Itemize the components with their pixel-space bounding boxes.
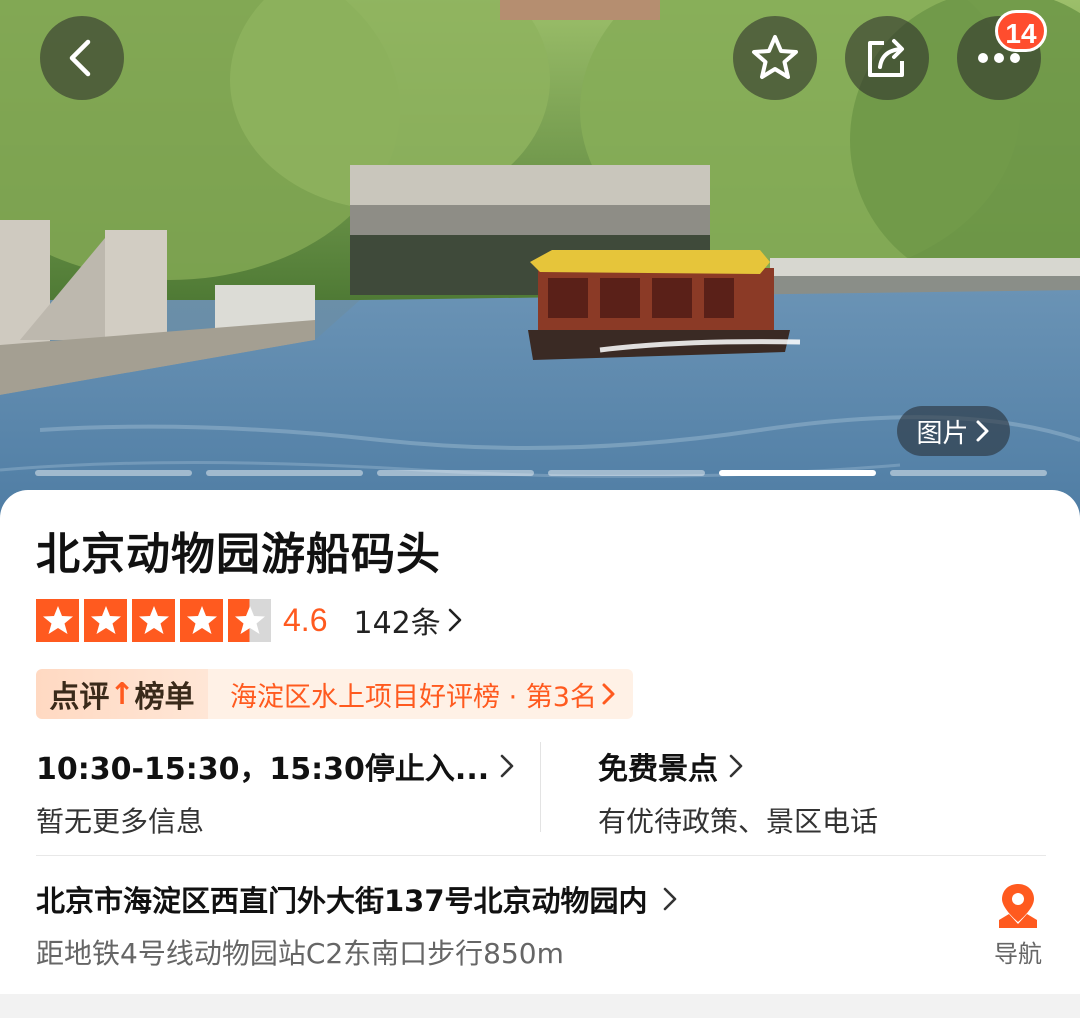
opening-hours-sub: 暂无更多信息 xyxy=(36,805,205,838)
column-divider xyxy=(540,742,541,832)
opening-hours[interactable]: 10:30-15:30，15:30停止入... 暂无更多信息 xyxy=(36,744,515,840)
gallery-indicators xyxy=(35,470,1047,476)
more-dots-icon xyxy=(978,53,1020,63)
chevron-right-icon xyxy=(663,887,676,911)
navigation-label: 导航 xyxy=(994,940,1042,968)
chevron-right-icon xyxy=(602,683,615,705)
poi-info-card: 北京动物园游船码头 4.6 142条 点评 ↑ 榜单 海淀区水上项目好评榜 · 第3… xyxy=(0,490,1080,994)
photos-button[interactable]: 图片 xyxy=(897,406,1010,456)
ranking-tag: 点评 ↑ 榜单 xyxy=(36,669,208,719)
ranking-text: 海淀区水上项目好评榜 · 第3名 xyxy=(230,681,597,713)
review-count-link[interactable]: 142条 xyxy=(353,598,462,642)
gallery-indicator xyxy=(35,470,192,476)
photos-label: 图片 xyxy=(916,418,969,449)
metro-distance: 距地铁4号线动物园站C2东南口步行850m xyxy=(36,937,564,970)
rating-row[interactable]: 4.6 142条 xyxy=(36,598,463,642)
ranking-tag-prefix: 点评 xyxy=(49,680,110,715)
opening-hours-main: 10:30-15:30，15:30停止入... xyxy=(36,752,490,787)
rating-star-icon xyxy=(228,598,271,642)
chevron-left-icon xyxy=(69,39,91,77)
ranking-tag-suffix: 榜单 xyxy=(134,680,195,715)
ticket-main: 免费景点 xyxy=(598,752,718,787)
poi-title: 北京动物园游船码头 xyxy=(36,529,441,580)
gallery-indicator xyxy=(890,470,1047,476)
chevron-right-icon xyxy=(729,754,743,778)
address-text: 北京市海淀区西直门外大街137号北京动物园内 xyxy=(36,884,648,918)
arrow-up-icon: ↑ xyxy=(109,676,135,712)
rating-stars xyxy=(36,598,271,642)
share-button[interactable] xyxy=(845,16,929,100)
chevron-right-icon xyxy=(500,754,514,778)
rating-star-icon xyxy=(132,598,175,642)
section-divider xyxy=(36,855,1046,856)
ticket-sub: 有优待政策、景区电话 xyxy=(598,805,879,838)
map-pin-icon xyxy=(999,884,1037,928)
favorite-button[interactable] xyxy=(733,16,817,100)
ranking-text-wrap: 海淀区水上项目好评榜 · 第3名 xyxy=(208,669,633,719)
gallery-indicator xyxy=(377,470,534,476)
chevron-right-icon xyxy=(448,608,462,632)
rating-star-icon xyxy=(180,598,223,642)
ticket-info[interactable]: 免费景点 有优待政策、景区电话 xyxy=(598,744,878,840)
chevron-right-icon xyxy=(976,420,988,442)
rating-score: 4.6 xyxy=(283,601,328,638)
star-outline-icon xyxy=(752,35,798,79)
notification-badge: 14 xyxy=(995,10,1047,52)
navigation-button[interactable]: 导航 xyxy=(988,882,1048,969)
rating-star-icon xyxy=(36,598,79,642)
back-button[interactable] xyxy=(40,16,124,100)
share-icon xyxy=(868,39,904,77)
gallery-indicator xyxy=(548,470,705,476)
gallery-indicator xyxy=(719,470,876,476)
review-count: 142条 xyxy=(353,606,441,641)
gallery-indicator xyxy=(206,470,363,476)
rating-star-icon xyxy=(84,598,127,642)
hero-photo[interactable]: 14 图片 xyxy=(0,0,1080,520)
page-bottom-strip xyxy=(0,994,1080,1018)
ranking-banner[interactable]: 点评 ↑ 榜单 海淀区水上项目好评榜 · 第3名 xyxy=(36,669,633,719)
address-link[interactable]: 北京市海淀区西直门外大街137号北京动物园内 xyxy=(36,878,678,920)
